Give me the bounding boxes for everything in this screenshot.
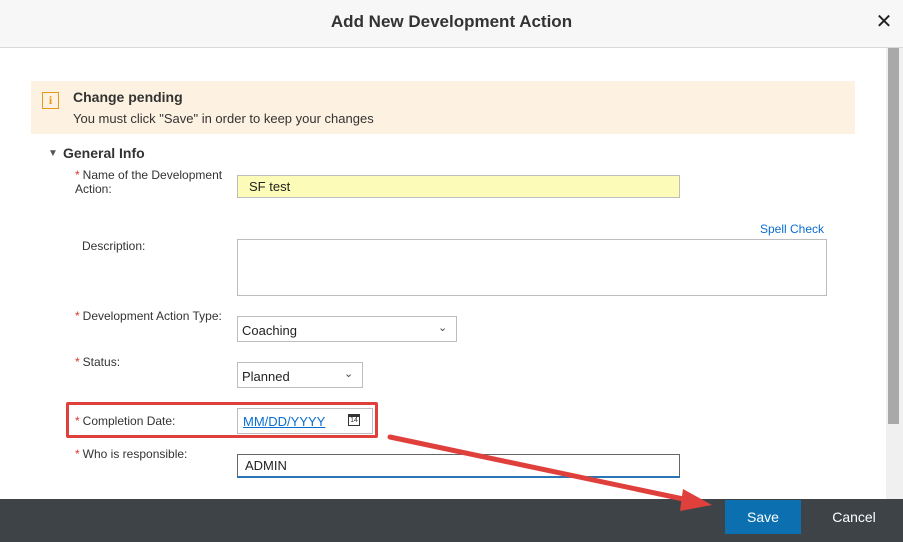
completion-date-field[interactable]: MM/DD/YYYY 14	[237, 408, 373, 434]
type-label-text: Development Action Type:	[82, 309, 222, 323]
description-textarea[interactable]	[237, 239, 827, 296]
status-selected-value: Planned	[242, 369, 290, 384]
spell-check-link[interactable]: Spell Check	[760, 222, 824, 236]
status-label: * Status:	[75, 355, 120, 369]
who-label-text: Who is responsible:	[82, 447, 188, 461]
name-input[interactable]: SF test	[237, 175, 680, 198]
dialog-title: Add New Development Action	[330, 12, 573, 31]
required-marker: *	[75, 309, 80, 323]
completion-date-placeholder-link[interactable]: MM/DD/YYYY	[243, 414, 325, 429]
required-marker: *	[75, 355, 80, 369]
notice-title: Change pending	[73, 89, 183, 105]
development-action-type-select[interactable]: Coaching ⌄	[237, 316, 457, 342]
name-label: * Name of the Development Action:	[75, 168, 235, 196]
collapse-triangle-icon[interactable]: ▼	[48, 148, 58, 159]
status-select[interactable]: Planned ⌄	[237, 362, 363, 388]
description-label: Description:	[82, 239, 146, 253]
section-title-general-info[interactable]: General Info	[63, 145, 145, 161]
who-label: * Who is responsible:	[75, 447, 187, 461]
required-marker: *	[75, 447, 80, 461]
completion-label-text: Completion Date:	[82, 414, 176, 428]
type-selected-value: Coaching	[242, 323, 297, 338]
calendar-icon[interactable]: 14	[348, 414, 360, 426]
dialog-header: Add New Development Action ✕	[0, 0, 903, 48]
type-label: * Development Action Type:	[75, 309, 222, 323]
required-marker: *	[75, 414, 80, 428]
save-button[interactable]: Save	[725, 500, 801, 534]
close-button[interactable]: ✕	[873, 10, 895, 34]
chevron-down-icon: ⌄	[344, 368, 354, 380]
cancel-button[interactable]: Cancel	[820, 500, 888, 534]
status-label-text: Status:	[82, 355, 121, 369]
notice-message: You must click "Save" in order to keep y…	[73, 111, 374, 126]
chevron-down-icon: ⌄	[438, 322, 448, 334]
change-pending-notice: i Change pending You must click "Save" i…	[31, 81, 855, 134]
scrollbar-thumb[interactable]	[888, 48, 899, 424]
name-label-text: Name of the Development Action:	[75, 168, 223, 196]
required-marker: *	[75, 168, 80, 182]
completion-date-label: * Completion Date:	[75, 414, 175, 428]
info-icon: i	[42, 92, 59, 109]
who-responsible-input[interactable]: ADMIN	[237, 454, 680, 478]
